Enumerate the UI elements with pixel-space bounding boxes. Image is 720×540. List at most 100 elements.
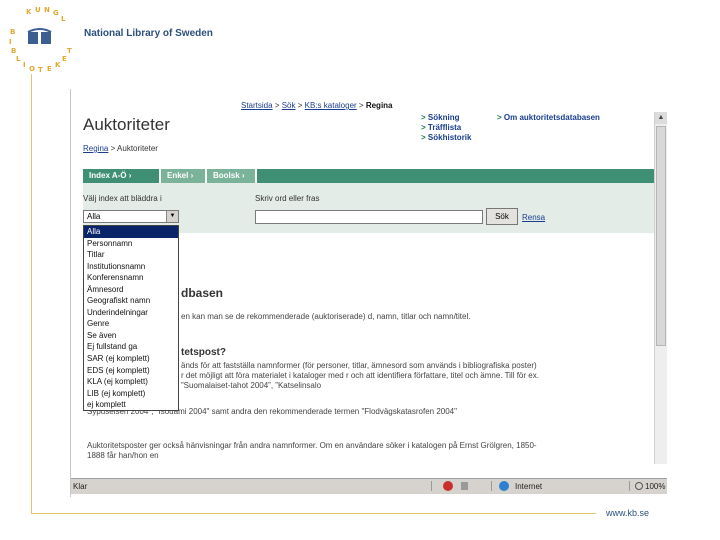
svg-text:T: T [67,47,72,55]
status-text: Klar [73,482,88,491]
dropdown-option[interactable]: Alla [84,226,178,238]
breadcrumb-startsida[interactable]: Startsida [241,101,273,110]
dropdown-option[interactable]: Genre [84,318,178,330]
frame-line-left [31,74,32,514]
sub-breadcrumb: Regina > Auktoriteter [83,144,158,153]
dropdown-option[interactable]: LIB (ej komplett) [84,388,178,400]
breadcrumb: Startsida > Sök > KB:s kataloger > Regin… [241,101,393,110]
breadcrumb-separator: > [297,101,303,110]
quick-link-trafflista[interactable]: > Träfflista [421,123,471,133]
select-value: Alla [87,212,101,221]
svg-text:T: T [38,66,43,74]
quick-link-label: Sökning [427,113,460,122]
input-label: Skriv ord eller fras [255,194,320,203]
section-subheading: tetspost? [181,347,226,358]
tab-index[interactable]: Index A-Ö › [83,169,161,183]
body-paragraph: Auktoritetsposter ger också hänvisningar… [87,441,537,460]
dropdown-option[interactable]: Geografiskt namn [84,295,178,307]
svg-text:U: U [35,6,41,14]
svg-text:K: K [55,61,61,69]
dropdown-option[interactable]: KLA (ej komplett) [84,376,178,388]
quick-link-sokning[interactable]: > Sökning [421,113,471,123]
clear-link[interactable]: Rensa [522,213,545,222]
dropdown-option[interactable]: Ämnesord [84,284,178,296]
tab-bar: Index A-Ö › Enkel › Boolsk › [83,169,655,183]
dropdown-option[interactable]: Institutionsnamn [84,261,178,273]
dropdown-option[interactable]: Titlar [84,249,178,261]
kb-logo: K U N GL BIBL IOTE KET [9,6,72,74]
breadcrumb-sok[interactable]: Sök [282,101,296,110]
tab-label: Enkel [167,171,189,180]
quick-link-label: Sökhistorik [427,133,472,142]
chevron-right-icon: › [241,171,245,180]
arrow-icon: > [421,113,428,122]
dropdown-option[interactable]: Ej fullstand ga [84,341,178,353]
chevron-down-icon[interactable]: ▼ [166,211,178,222]
zoom-icon[interactable] [635,482,643,490]
svg-text:L: L [61,15,66,23]
quick-link-sokhistorik[interactable]: > Sökhistorik [421,133,471,143]
brand-name: National Library of Sweden [84,28,213,39]
search-input[interactable] [255,210,483,224]
svg-text:L: L [16,55,21,63]
footer-url: www.kb.se [606,508,650,518]
body-paragraph: änds för att fastställa namnformer (för … [181,361,539,390]
breadcrumb-kataloger[interactable]: KB:s kataloger [305,101,357,110]
status-divider [431,481,432,491]
sub-breadcrumb-regina[interactable]: Regina [83,144,108,153]
svg-text:B: B [10,28,15,36]
section-heading: dbasen [181,286,224,300]
dropdown-option[interactable]: Konferensnamn [84,272,178,284]
scrollbar-thumb[interactable] [656,126,666,346]
tab-boolsk[interactable]: Boolsk › [207,169,257,183]
warning-icon [443,481,453,491]
arrow-icon: > [421,133,428,142]
status-zone: Internet [515,482,543,491]
frame-line-bottom [31,513,596,514]
quick-link-label: Om auktoritetsdatabasen [503,113,600,122]
svg-text:N: N [44,6,50,14]
index-dropdown-list: Alla Personnamn Titlar Institutionsnamn … [83,225,179,411]
arrow-icon: > [497,113,504,122]
quick-link-label: Träfflista [427,123,462,132]
browser-screenshot: Startsida > Sök > KB:s kataloger > Regin… [70,89,667,497]
breadcrumb-current: Regina [365,101,393,110]
status-divider [629,481,630,491]
svg-text:K: K [26,8,32,16]
arrow-icon: > [421,123,428,132]
quick-links: > Sökning > Träfflista > Sökhistorik [421,113,471,143]
dropdown-option[interactable]: SAR (ej komplett) [84,353,178,365]
tab-label: Index A-Ö [89,171,127,180]
svg-text:I: I [9,38,12,46]
svg-text:O: O [29,65,35,73]
svg-text:E: E [62,55,67,63]
status-divider [491,481,492,491]
chevron-right-icon: › [128,171,132,180]
page-title: Auktoriteter [83,115,170,134]
globe-icon [499,481,509,491]
lock-icon [461,482,468,490]
search-button[interactable]: Sök [486,208,518,225]
dropdown-option[interactable]: EDS (ej komplett) [84,365,178,377]
svg-text:G: G [53,9,59,17]
body-paragraph: en kan man se de rekommenderade (auktori… [181,312,471,321]
dropdown-option[interactable]: Personnamn [84,238,178,250]
index-select[interactable]: Alla ▼ [83,210,179,223]
dropdown-option[interactable]: Underindelningar [84,307,178,319]
chevron-right-icon: › [190,171,194,180]
svg-text:I: I [23,61,26,69]
quick-link-about[interactable]: > Om auktoritetsdatabasen [497,113,600,122]
breadcrumb-separator: > [358,101,364,110]
sub-breadcrumb-current: Auktoriteter [117,144,158,153]
dropdown-option[interactable]: ej komplett [84,399,178,411]
breadcrumb-separator: > [110,144,116,153]
svg-text:E: E [47,65,52,73]
svg-text:B: B [11,47,16,55]
breadcrumb-separator: > [274,101,280,110]
status-zoom[interactable]: 100% [645,482,665,491]
tab-enkel[interactable]: Enkel › [161,169,207,183]
select-label: Välj index att bläddra i [83,194,162,203]
scroll-up-icon[interactable]: ▲ [655,112,667,124]
tab-label: Boolsk [213,171,240,180]
dropdown-option[interactable]: Se även [84,330,178,342]
